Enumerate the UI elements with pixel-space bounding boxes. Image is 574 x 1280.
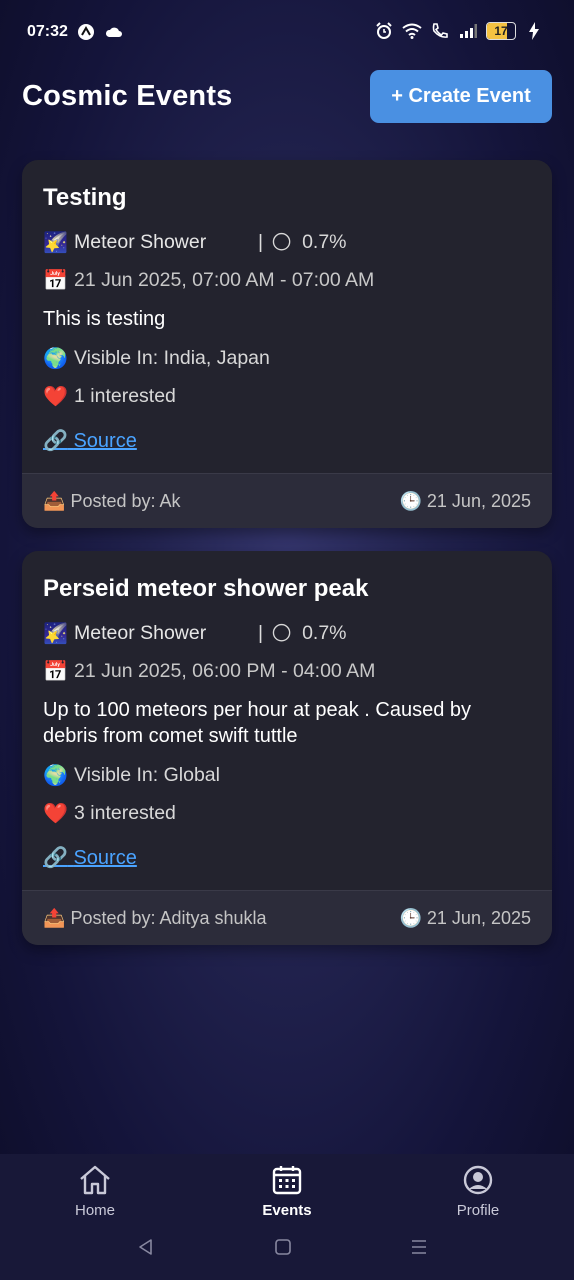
status-bar: 07:32 17	[0, 0, 574, 64]
visibility-row: 🌍 Visible In: Global	[43, 763, 531, 788]
calendar-icon: 📅	[43, 270, 68, 292]
outbox-icon: 📤	[43, 490, 66, 511]
heart-icon[interactable]: ❤️	[43, 384, 69, 409]
event-date-row: 📅 21 Jun 2025, 06:00 PM - 04:00 AM	[43, 659, 531, 684]
home-icon	[80, 1165, 110, 1195]
home-square-icon[interactable]	[274, 1238, 292, 1261]
link-icon: 🔗	[43, 847, 68, 869]
calendar-icon: 📅	[43, 661, 68, 683]
event-date: 21 Jun 2025, 07:00 AM - 07:00 AM	[74, 269, 375, 291]
interest-row[interactable]: ❤️ 3 interested	[43, 801, 531, 826]
outbox-icon: 📤	[43, 907, 66, 928]
cloud-icon	[104, 22, 124, 42]
page-title: Cosmic Events	[22, 80, 233, 112]
moon-illumination: 0.7%	[302, 622, 347, 644]
event-card[interactable]: Testing 🌠 Meteor Shower | 🌕 0.7% 📅 21 Ju…	[22, 160, 552, 528]
separator: |	[258, 231, 264, 253]
event-card[interactable]: Perseid meteor shower peak 🌠 Meteor Show…	[22, 551, 552, 945]
wifi-call-icon	[430, 21, 450, 41]
posted-by: 📤 Posted by: Ak	[43, 490, 181, 511]
posted-date: 🕒 21 Jun, 2025	[399, 907, 531, 928]
back-icon[interactable]	[137, 1238, 155, 1261]
nav-home-label: Home	[74, 1202, 115, 1219]
event-description: Up to 100 meteors per hour at peak . Cau…	[43, 699, 472, 747]
posted-date: 🕒 21 Jun, 2025	[399, 490, 531, 511]
clock-icon: 🕒	[399, 490, 422, 511]
page-header: Cosmic Events + Create Event	[0, 64, 574, 134]
source-link[interactable]: 🔗 Source	[43, 428, 137, 453]
visible-in: Visible In: India, Japan	[74, 347, 270, 369]
nav-app-icon	[76, 22, 96, 42]
event-type-row: 🌠 Meteor Shower | 🌕 0.7%	[43, 621, 531, 646]
interest-row[interactable]: ❤️ 1 interested	[43, 384, 531, 409]
moon-icon: 🌕	[271, 623, 292, 645]
moon-illumination: 0.7%	[302, 231, 347, 253]
system-nav-bar	[0, 1238, 574, 1268]
charging-icon	[524, 21, 544, 41]
event-title: Perseid meteor shower peak	[43, 575, 369, 602]
clock-time: 07:32	[27, 23, 68, 40]
source-link[interactable]: 🔗 Source	[43, 845, 137, 870]
battery-indicator: 17	[486, 22, 516, 40]
interested-count: 1 interested	[74, 385, 176, 407]
interested-count: 3 interested	[74, 802, 176, 824]
link-icon: 🔗	[43, 430, 68, 452]
nav-profile[interactable]: Profile	[418, 1164, 538, 1219]
globe-icon: 🌍	[43, 765, 68, 787]
event-type-row: 🌠 Meteor Shower | 🌕 0.7%	[43, 230, 531, 255]
posted-by: 📤 Posted by: Aditya shukla	[43, 907, 267, 928]
shooting-star-icon: 🌠	[43, 232, 68, 254]
visible-in: Visible In: Global	[74, 764, 220, 786]
card-footer: 📤 Posted by: Aditya shukla 🕒 21 Jun, 202…	[22, 890, 552, 945]
event-description: This is testing	[43, 308, 166, 330]
bottom-nav: Home Events Profile	[0, 1154, 574, 1280]
separator: |	[258, 622, 264, 644]
calendar-icon	[272, 1166, 302, 1195]
create-event-button[interactable]: + Create Event	[370, 70, 552, 123]
event-type: Meteor Shower	[74, 231, 207, 253]
globe-icon: 🌍	[43, 348, 68, 370]
heart-icon[interactable]: ❤️	[43, 801, 69, 826]
source-label[interactable]: Source	[73, 430, 136, 452]
event-date-row: 📅 21 Jun 2025, 07:00 AM - 07:00 AM	[43, 268, 531, 293]
card-footer: 📤 Posted by: Ak 🕒 21 Jun, 2025	[22, 473, 552, 528]
alarm-icon	[374, 21, 394, 41]
shooting-star-icon: 🌠	[43, 623, 68, 645]
event-title: Testing	[43, 184, 127, 211]
nav-profile-label: Profile	[456, 1202, 500, 1219]
visibility-row: 🌍 Visible In: India, Japan	[43, 346, 531, 371]
nav-events-label: Events	[262, 1202, 312, 1219]
moon-icon: 🌕	[271, 232, 292, 254]
nav-home[interactable]: Home	[35, 1164, 155, 1219]
wifi-icon	[402, 21, 422, 41]
event-date: 21 Jun 2025, 06:00 PM - 04:00 AM	[74, 660, 376, 682]
signal-icon	[458, 21, 478, 41]
nav-events[interactable]: Events	[227, 1164, 347, 1219]
recents-menu-icon[interactable]	[410, 1238, 428, 1261]
clock-icon: 🕒	[399, 907, 422, 928]
user-circle-icon	[463, 1165, 493, 1195]
source-label[interactable]: Source	[73, 847, 136, 869]
event-type: Meteor Shower	[74, 622, 207, 644]
